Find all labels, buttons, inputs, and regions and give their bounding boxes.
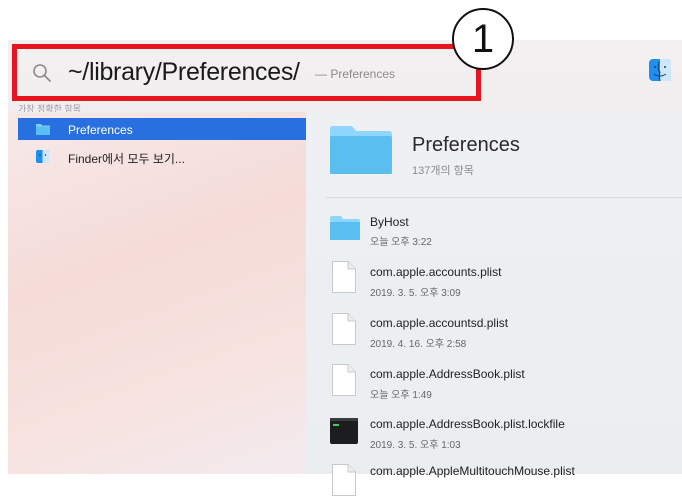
result-item-label: Preferences (68, 123, 133, 137)
finder-icon[interactable] (648, 58, 672, 82)
file-item-name[interactable]: ByHost (370, 215, 409, 229)
file-item-date: 오늘 오후 1:49 (370, 390, 432, 401)
document-icon (332, 261, 356, 293)
folder-icon (330, 126, 392, 174)
file-item-date: 오늘 오후 3:22 (370, 237, 432, 248)
file-item-date: 2019. 3. 5. 오후 1:03 (370, 440, 461, 451)
result-item-preferences[interactable] (18, 118, 306, 140)
preview-title: Preferences (412, 134, 520, 156)
file-item-name[interactable]: com.apple.AddressBook.plist (370, 367, 525, 381)
document-icon (332, 464, 356, 496)
terminal-icon (330, 418, 358, 444)
file-item-name[interactable]: com.apple.AppleMultitouchMouse.plist (370, 464, 575, 478)
file-item-name[interactable]: com.apple.accounts.plist (370, 265, 501, 279)
search-highlight-box (12, 44, 481, 101)
file-item-name[interactable]: com.apple.AddressBook.plist.lockfile (370, 417, 565, 431)
folder-icon (330, 216, 360, 240)
annotation-number-badge: 1 (452, 8, 514, 70)
file-item-date: 2019. 4. 16. 오후 2:58 (370, 339, 467, 350)
document-icon (332, 364, 356, 396)
finder-icon[interactable] (36, 150, 49, 163)
show-all-in-finder-item[interactable]: Finder에서 모두 보기... (68, 150, 185, 167)
preview-item-count: 137개의 항목 (412, 165, 474, 177)
results-section-header: 가장 정확한 항목 (18, 104, 81, 112)
file-item-name[interactable]: com.apple.accountsd.plist (370, 316, 508, 330)
folder-icon (36, 124, 50, 135)
document-icon (332, 313, 356, 345)
file-item-date: 2019. 3. 5. 오후 3:09 (370, 288, 461, 299)
preview-divider (326, 197, 682, 198)
